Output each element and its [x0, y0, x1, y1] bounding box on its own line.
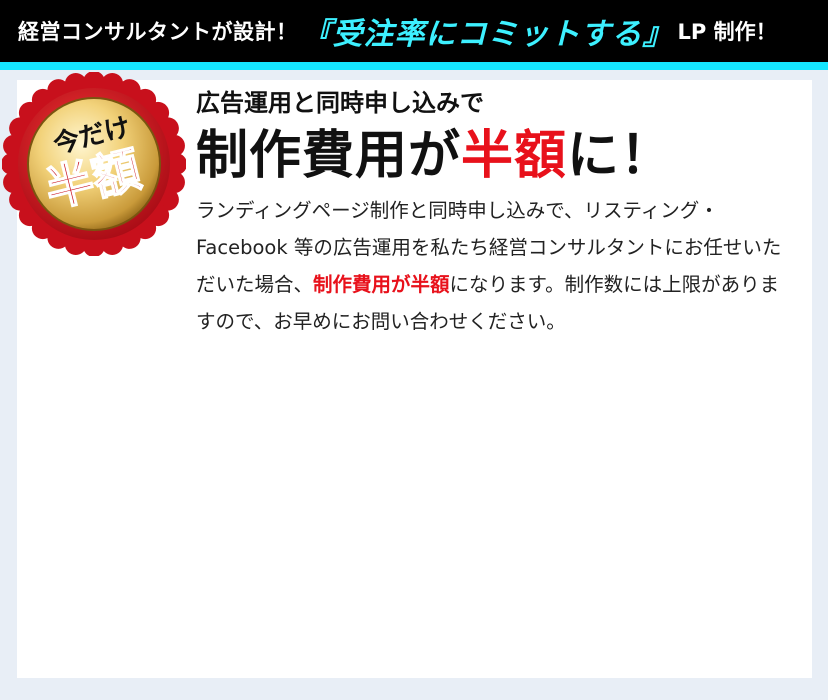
headline-accent: 半額 [461, 126, 568, 186]
header-tail: LP 制作！ [677, 20, 777, 44]
header-lead: 経営コンサルタントが設計！ [18, 20, 298, 44]
header-highlight: 『受注率にコミットする』 [301, 17, 674, 52]
body-text: ランディングページ制作と同時申し込みで、リスティング・Facebook 等の広告… [196, 192, 796, 340]
half-price-badge: 今だけ 半額 [2, 72, 186, 256]
headline-after: に！ [567, 126, 674, 186]
headline-before: 制作費用が [196, 126, 462, 186]
promo-content: 広告運用と同時申し込みで 制作費用が半額に！ ランディングページ制作と同時申し込… [196, 86, 796, 340]
headline: 制作費用が半額に！ [196, 124, 796, 188]
body-emphasis: 制作費用が半額 [313, 273, 450, 296]
header-banner: 経営コンサルタントが設計！ 『受注率にコミットする』 LP 制作！ [0, 0, 828, 62]
intro-line: 広告運用と同時申し込みで [196, 89, 484, 117]
accent-divider [0, 62, 828, 70]
